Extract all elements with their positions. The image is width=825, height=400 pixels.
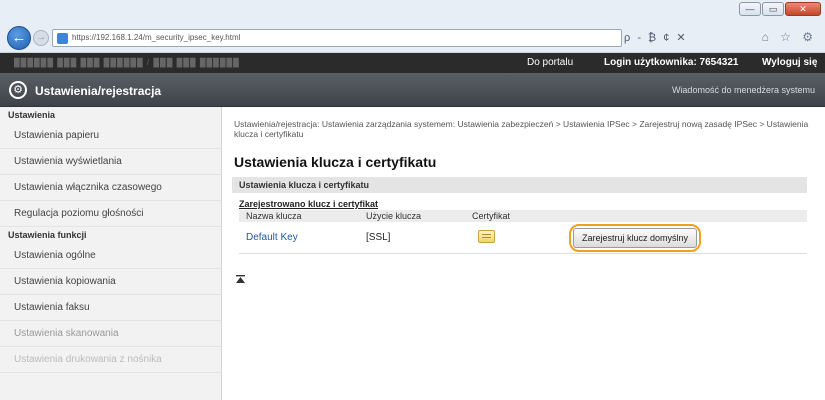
key-name-link[interactable]: Default Key bbox=[246, 232, 298, 243]
column-action bbox=[559, 210, 807, 222]
sidebar-item-fax[interactable]: Ustawienia faksu bbox=[0, 295, 221, 321]
breadcrumb: Ustawienia/rejestracja: Ustawienia zarzą… bbox=[234, 119, 809, 139]
table-header: Nazwa klucza Użycie klucza Certyfikat bbox=[239, 210, 807, 222]
highlight-ring: Zarejestruj klucz domyślny bbox=[569, 223, 702, 252]
address-url: https://192.168.1.24/m_security_ipsec_ke… bbox=[72, 33, 241, 42]
login-user: Login użytkownika: 7654321 bbox=[604, 57, 739, 68]
portal-link[interactable]: Do portalu bbox=[527, 57, 573, 68]
sidebar-item-media-print[interactable]: Ustawienia drukowania z nośnika bbox=[0, 347, 221, 373]
sidebar-item-paper[interactable]: Ustawienia papieru bbox=[0, 123, 221, 149]
registered-key-label: Zarejestrowano klucz i certyfikat bbox=[239, 199, 379, 209]
browser-nav-icons[interactable]: ⌂ ☆ ⚙ bbox=[762, 30, 817, 44]
certificate-icon[interactable] bbox=[478, 229, 495, 243]
forward-button[interactable]: → bbox=[33, 30, 49, 46]
main-content: Ustawienia/rejestracja: Ustawienia zarzą… bbox=[222, 107, 825, 400]
settings-title: Ustawienia/rejestracja bbox=[35, 84, 162, 98]
browser-chrome: — ▭ ✕ ← → https://192.168.1.24/m_securit… bbox=[0, 0, 825, 53]
address-bar[interactable]: https://192.168.1.24/m_security_ipsec_ke… bbox=[52, 29, 622, 47]
sidebar: Ustawienia Ustawienia papieru Ustawienia… bbox=[0, 107, 222, 400]
section-header: Ustawienia klucza i certyfikatu bbox=[232, 177, 807, 193]
back-to-top-icon[interactable] bbox=[236, 275, 245, 284]
page-title: Ustawienia klucza i certyfikatu bbox=[234, 154, 437, 170]
maximize-button[interactable]: ▭ bbox=[762, 2, 784, 16]
device-name: ██████ ███ ███ ██████ / ███ ███ ██████ bbox=[14, 58, 240, 67]
address-tools-icon[interactable]: ρ - ₿ ¢ ✕ bbox=[624, 31, 688, 44]
minimize-button[interactable]: — bbox=[739, 2, 761, 16]
column-certificate: Certyfikat bbox=[472, 211, 511, 221]
register-default-key-button[interactable]: Zarejestruj klucz domyślny bbox=[573, 227, 698, 248]
back-button[interactable]: ← bbox=[7, 26, 31, 50]
sidebar-item-general[interactable]: Ustawienia ogólne bbox=[0, 243, 221, 269]
sidebar-item-copy[interactable]: Ustawienia kopiowania bbox=[0, 269, 221, 295]
logout-link[interactable]: Wyloguj się bbox=[762, 57, 817, 68]
gear-icon: ⚙ bbox=[9, 81, 27, 99]
settings-header: ⚙ Ustawienia/rejestracja Wiadomość do me… bbox=[0, 73, 825, 107]
sidebar-item-timer[interactable]: Ustawienia włącznika czasowego bbox=[0, 175, 221, 201]
sidebar-section-settings: Ustawienia bbox=[8, 110, 56, 120]
key-table: Nazwa klucza Użycie klucza Certyfikat De… bbox=[239, 210, 807, 254]
column-key-usage: Użycie klucza bbox=[366, 211, 422, 221]
mail-admin-link[interactable]: Wiadomość do menedżera systemu bbox=[672, 85, 815, 95]
table-row: Default Key [SSL] Zarejestruj klucz domy… bbox=[239, 222, 807, 254]
site-favicon-icon bbox=[57, 33, 68, 44]
sidebar-item-volume[interactable]: Regulacja poziomu głośności bbox=[0, 201, 221, 227]
close-window-button[interactable]: ✕ bbox=[785, 2, 821, 16]
device-top-bar: ██████ ███ ███ ██████ / ███ ███ ██████ D… bbox=[0, 53, 825, 73]
sidebar-item-scan[interactable]: Ustawienia skanowania bbox=[0, 321, 221, 347]
window-controls: — ▭ ✕ bbox=[739, 2, 821, 16]
sidebar-section-functions: Ustawienia funkcji bbox=[8, 230, 87, 240]
sidebar-item-display[interactable]: Ustawienia wyświetlania bbox=[0, 149, 221, 175]
key-usage-value: [SSL] bbox=[366, 232, 391, 243]
column-key-name: Nazwa klucza bbox=[246, 211, 302, 221]
